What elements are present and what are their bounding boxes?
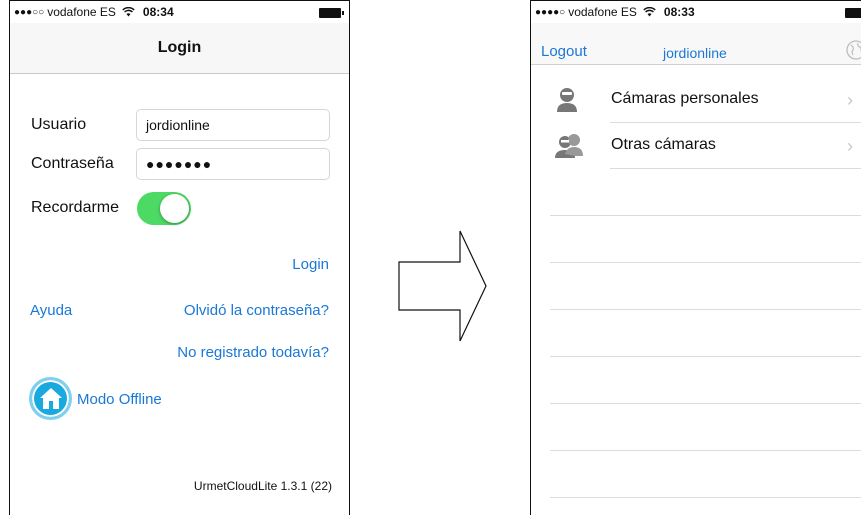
- wifi-icon: [122, 5, 135, 20]
- divider: [550, 262, 861, 263]
- battery-icon: [845, 8, 861, 18]
- divider: [550, 309, 861, 310]
- divider: [550, 497, 861, 498]
- username-field[interactable]: jordionline: [136, 109, 330, 141]
- forgot-password-link[interactable]: Olvidó la contraseña?: [184, 302, 329, 319]
- login-screen: ●●●○○ vodafone ES 08:34 Login Usuario jo…: [9, 0, 350, 515]
- status-bar: ●●●●○ vodafone ES 08:33: [531, 1, 861, 23]
- list-item-label: Cámaras personales: [611, 90, 759, 107]
- divider: [610, 168, 861, 169]
- register-link[interactable]: No registrado todavía?: [177, 344, 329, 361]
- password-label: Contraseña: [31, 155, 114, 172]
- chevron-right-icon: ›: [847, 136, 853, 156]
- cameras-screen: ●●●●○ vodafone ES 08:33 Logout jordionli…: [530, 0, 861, 515]
- status-bar: ●●●○○ vodafone ES 08:34: [10, 1, 349, 23]
- people-icon: [553, 132, 585, 165]
- nav-bar: Login: [10, 23, 349, 74]
- nav-bar: Logout jordionline: [531, 23, 861, 65]
- password-field[interactable]: ●●●●●●●: [136, 148, 330, 180]
- password-value: ●●●●●●●: [146, 156, 213, 172]
- divider: [550, 356, 861, 357]
- person-icon: [553, 86, 583, 119]
- username-title: jordionline: [663, 45, 727, 61]
- chevron-right-icon: ›: [847, 90, 853, 110]
- offline-mode-link[interactable]: Modo Offline: [77, 391, 162, 408]
- list-item-other-cameras[interactable]: Otras cámaras ›: [531, 123, 861, 170]
- carrier-name: vodafone ES: [568, 5, 637, 19]
- help-link[interactable]: Ayuda: [30, 302, 72, 319]
- status-time: 08:33: [663, 5, 695, 19]
- battery-icon: [319, 8, 344, 18]
- list-item-label: Otras cámaras: [611, 136, 716, 153]
- remember-toggle[interactable]: [137, 192, 191, 225]
- arrow-right-icon: [398, 230, 487, 342]
- home-icon[interactable]: [29, 377, 72, 420]
- wifi-icon: [643, 5, 656, 20]
- logout-button[interactable]: Logout: [541, 43, 587, 60]
- version-label: UrmetCloudLite 1.3.1 (22): [193, 479, 332, 493]
- list-item-personal-cameras[interactable]: Cámaras personales ›: [531, 77, 861, 124]
- divider: [550, 450, 861, 451]
- divider: [550, 403, 861, 404]
- divider: [550, 215, 861, 216]
- page-title: Login: [157, 39, 202, 56]
- status-time: 08:34: [142, 5, 174, 19]
- signal-strength: ●●●●○: [535, 6, 566, 18]
- carrier-name: vodafone ES: [47, 5, 116, 19]
- remember-label: Recordarme: [31, 199, 120, 216]
- username-value: jordionline: [146, 117, 210, 133]
- globe-icon[interactable]: [845, 39, 861, 66]
- signal-strength: ●●●○○: [14, 6, 45, 18]
- toggle-knob: [160, 194, 189, 223]
- login-button[interactable]: Login: [292, 256, 329, 273]
- username-label: Usuario: [31, 116, 87, 133]
